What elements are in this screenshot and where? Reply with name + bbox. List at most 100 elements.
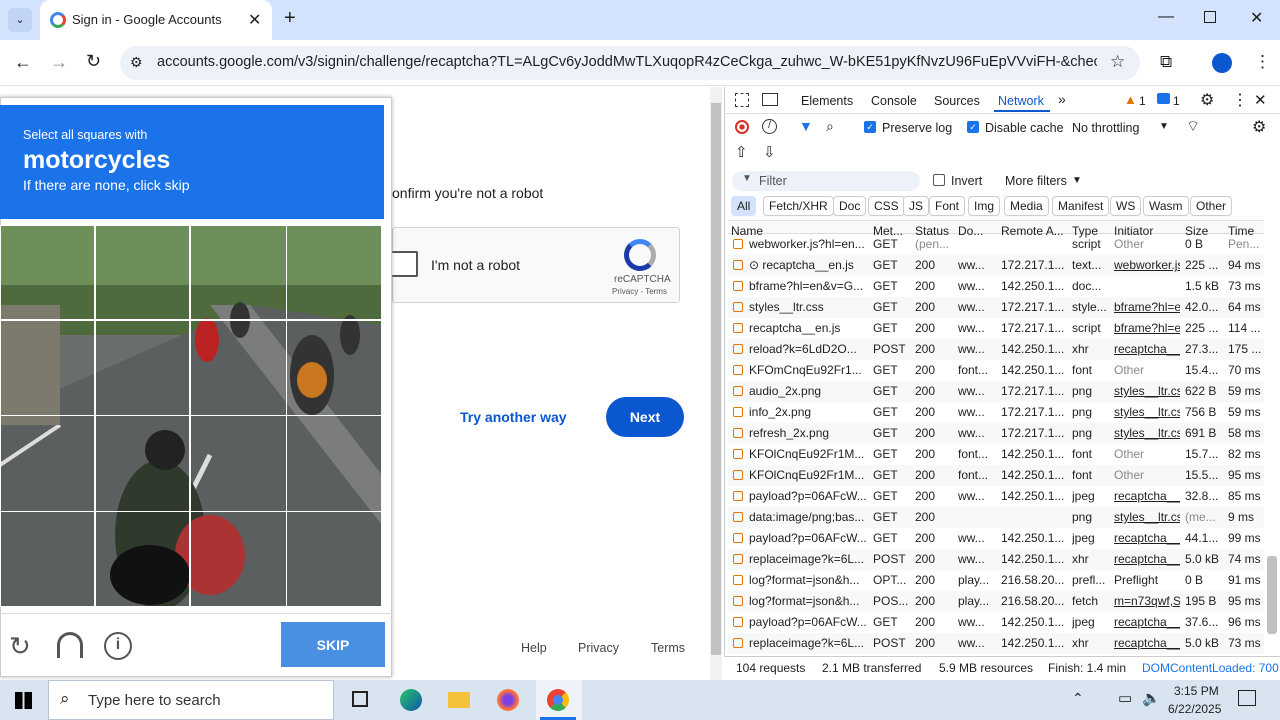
firefox-icon[interactable] (497, 689, 519, 711)
devtools-settings-icon[interactable]: ⚙ (1200, 90, 1214, 110)
grid-cell[interactable] (286, 225, 382, 321)
skip-button[interactable]: SKIP (281, 622, 385, 667)
menu-icon[interactable]: ⋮ (1254, 52, 1271, 72)
close-tab-icon[interactable]: ✕ (248, 10, 261, 30)
preserve-log-checkbox[interactable]: ✓ (864, 121, 876, 133)
cell-initiator[interactable]: recaptcha__e (1114, 531, 1180, 545)
tab-elements[interactable]: Elements (801, 94, 853, 108)
table-row[interactable]: recaptcha__en.js GET 200 ww... 172.217.1... s… (728, 318, 1264, 339)
table-row[interactable]: bframe?hl=en&v=G... GET 200 ww... 142.250.1.… (728, 276, 1264, 297)
record-stop-icon[interactable] (735, 120, 749, 134)
recaptcha-checkbox[interactable] (392, 251, 418, 277)
devtools-menu-icon[interactable]: ⋮ (1232, 90, 1248, 110)
table-row[interactable]: webworker.js?hl=en... GET (pen... script Oth… (728, 234, 1264, 255)
col-remote[interactable]: Remote A... (1001, 224, 1064, 238)
col-time[interactable]: Time (1228, 224, 1254, 238)
table-row[interactable]: log?format=json&h... POS... 200 play... 216.… (728, 591, 1264, 612)
tab-search-button[interactable]: ⌄ (8, 8, 32, 32)
minimize-button[interactable]: — (1158, 8, 1174, 26)
chip-css[interactable]: CSS (868, 196, 905, 216)
grid-cell[interactable] (190, 319, 287, 416)
more-filters-chevron-icon[interactable]: ▼ (1072, 175, 1082, 186)
headphones-icon[interactable] (57, 632, 83, 658)
col-size[interactable]: Size (1185, 224, 1208, 238)
grid-cell[interactable] (0, 415, 96, 512)
grid-cell[interactable] (94, 511, 190, 607)
tab-sources[interactable]: Sources (934, 94, 980, 108)
chip-media[interactable]: Media (1004, 196, 1049, 216)
recaptcha-links[interactable]: Privacy - Terms (612, 287, 667, 296)
col-type[interactable]: Type (1072, 224, 1098, 238)
forward-arrow-icon[interactable]: → (50, 52, 68, 73)
grid-cell[interactable] (0, 511, 96, 607)
table-row[interactable]: payload?p=06AFcW... GET 200 ww... 142.250.1.… (728, 528, 1264, 549)
table-row[interactable]: data:image/png;bas... GET 200 png styles__lt… (728, 507, 1264, 528)
clock-date[interactable]: 6/22/2025 (1168, 702, 1221, 716)
bookmark-star-icon[interactable]: ☆ (1110, 52, 1125, 72)
try-another-way-link[interactable]: Try another way (460, 409, 567, 425)
grid-cell[interactable] (286, 415, 382, 512)
windows-start-icon[interactable] (15, 692, 32, 709)
grid-cell[interactable] (0, 225, 96, 321)
col-status[interactable]: Status (915, 224, 949, 238)
cell-initiator[interactable]: bframe?hl=e (1114, 321, 1180, 335)
col-domain[interactable]: Do... (958, 224, 983, 238)
chrome-icon[interactable] (547, 689, 569, 711)
cell-initiator[interactable]: styles__ltr.css (1114, 426, 1180, 440)
clear-icon[interactable]: / (762, 119, 777, 134)
table-row[interactable]: refresh_2x.png GET 200 ww... 172.217.1... png… (728, 423, 1264, 444)
grid-cell[interactable] (286, 319, 382, 416)
profile-avatar[interactable] (1212, 53, 1232, 73)
grid-cell[interactable] (286, 511, 382, 607)
table-row[interactable]: audio_2x.png GET 200 ww... 172.217.1... png st… (728, 381, 1264, 402)
chip-wasm[interactable]: Wasm (1143, 196, 1189, 216)
restore-button[interactable] (1204, 11, 1216, 23)
cell-initiator[interactable]: recaptcha__e (1114, 615, 1180, 629)
cell-initiator[interactable]: Other (1114, 447, 1180, 461)
footer-terms[interactable]: Terms (651, 641, 685, 655)
cell-initiator[interactable]: Other (1114, 363, 1180, 377)
cell-initiator[interactable]: styles__ltr.css (1114, 384, 1180, 398)
grid-cell[interactable] (0, 319, 96, 416)
chip-all[interactable]: All (731, 196, 757, 216)
grid-cell[interactable] (94, 415, 190, 512)
chip-manifest[interactable]: Manifest (1052, 196, 1110, 216)
grid-cell[interactable] (94, 225, 190, 321)
chip-img[interactable]: Img (968, 196, 1001, 216)
table-row[interactable]: reload?k=6LdD2O... POST 200 ww... 142.250.1.… (728, 339, 1264, 360)
close-window-button[interactable]: ✕ (1250, 8, 1263, 28)
cell-initiator[interactable]: m=n73qwf,S (1114, 594, 1180, 608)
new-tab-button[interactable]: + (284, 7, 296, 30)
footer-help[interactable]: Help (521, 641, 547, 655)
table-row[interactable]: replaceimage?k=6L... POST 200 ww... 142.250.… (728, 549, 1264, 570)
table-row[interactable]: ⊙ recaptcha__en.js GET 200 ww... 172.217.1..… (728, 255, 1264, 276)
volume-icon[interactable]: 🔈 (1142, 689, 1161, 707)
grid-cell[interactable] (190, 225, 287, 321)
grid-cell[interactable] (190, 511, 287, 607)
network-settings-icon[interactable]: ⚙ (1252, 117, 1266, 137)
table-row[interactable]: log?format=json&h... OPT... 200 play... 216.… (728, 570, 1264, 591)
device-toolbar-icon[interactable] (762, 93, 778, 106)
col-initiator[interactable]: Initiator (1114, 224, 1153, 238)
extensions-icon[interactable]: ⧉ (1160, 52, 1172, 72)
throttling-select[interactable]: No throttling (1072, 121, 1139, 135)
filter-funnel-icon[interactable]: ▼ (799, 118, 813, 134)
inspect-element-icon[interactable] (735, 93, 749, 107)
table-row[interactable]: KFOlCnqEu92Fr1M... GET 200 font... 142.250.1… (728, 465, 1264, 486)
col-name[interactable]: Name (731, 224, 763, 238)
chip-other[interactable]: Other (1190, 196, 1233, 216)
network-tray-icon[interactable]: ▭ (1118, 689, 1132, 707)
url-text[interactable]: accounts.google.com/v3/signin/challenge/… (157, 54, 1097, 70)
file-explorer-icon[interactable] (448, 692, 470, 708)
network-conditions-icon[interactable]: ⌔ (1186, 117, 1200, 136)
back-arrow-icon[interactable]: ← (14, 52, 32, 73)
info-icon[interactable]: i (104, 632, 132, 660)
table-row[interactable]: replaceimage?k=6L... POST 200 ww... 142.250.… (728, 633, 1264, 654)
table-scrollbar-thumb[interactable] (1267, 556, 1277, 634)
cell-initiator[interactable]: styles__ltr.css (1114, 510, 1180, 524)
table-row[interactable]: payload?p=06AFcW... GET 200 ww... 142.250.1.… (728, 486, 1264, 507)
table-row[interactable]: payload?p=06AFcW... GET 200 ww... 142.250.1.… (728, 612, 1264, 633)
cell-initiator[interactable]: bframe?hl=e (1114, 300, 1180, 314)
cell-initiator[interactable]: webworker.js (1114, 258, 1180, 272)
grid-cell[interactable] (190, 415, 287, 512)
